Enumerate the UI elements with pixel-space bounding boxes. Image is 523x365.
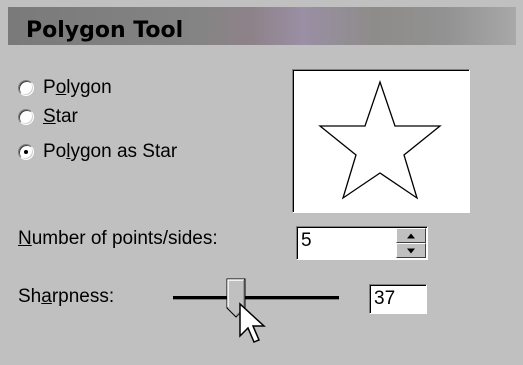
radio-option-star[interactable]: Star <box>18 104 78 130</box>
mouse-pointer-icon <box>239 302 266 343</box>
radio-label-polygon-as-star: Polygon as Star <box>43 141 178 162</box>
radio-button-star[interactable] <box>18 109 34 125</box>
radio-button-polygon[interactable] <box>18 80 34 96</box>
points-sides-label: Number of points/sides: <box>18 228 218 249</box>
radio-option-polygon[interactable]: Polygon <box>18 75 112 101</box>
sharpness-slider-track[interactable] <box>173 296 339 300</box>
radio-option-polygon-as-star[interactable]: Polygon as Star <box>18 139 177 165</box>
radio-button-polygon-as-star[interactable] <box>18 144 34 160</box>
points-sides-input[interactable]: 5 <box>301 230 312 252</box>
sharpness-label: Sharpness: <box>18 286 115 307</box>
shape-preview <box>292 69 470 213</box>
sharpness-input[interactable]: 37 <box>374 288 395 310</box>
sharpness-value-box[interactable]: 37 <box>369 284 427 314</box>
star-preview-icon <box>318 79 442 200</box>
points-sides-spinner[interactable]: 5 <box>296 226 428 260</box>
spin-down-arrow-icon <box>407 248 415 253</box>
radio-label-star: Star <box>43 106 78 127</box>
spin-up-arrow-icon <box>407 233 415 238</box>
panel-title: Polygon Tool <box>26 18 184 43</box>
spin-up-button[interactable] <box>396 228 426 243</box>
radio-label-polygon: Polygon <box>43 77 112 98</box>
panel-title-bar: Polygon Tool <box>8 7 516 45</box>
spin-down-button[interactable] <box>396 243 426 258</box>
